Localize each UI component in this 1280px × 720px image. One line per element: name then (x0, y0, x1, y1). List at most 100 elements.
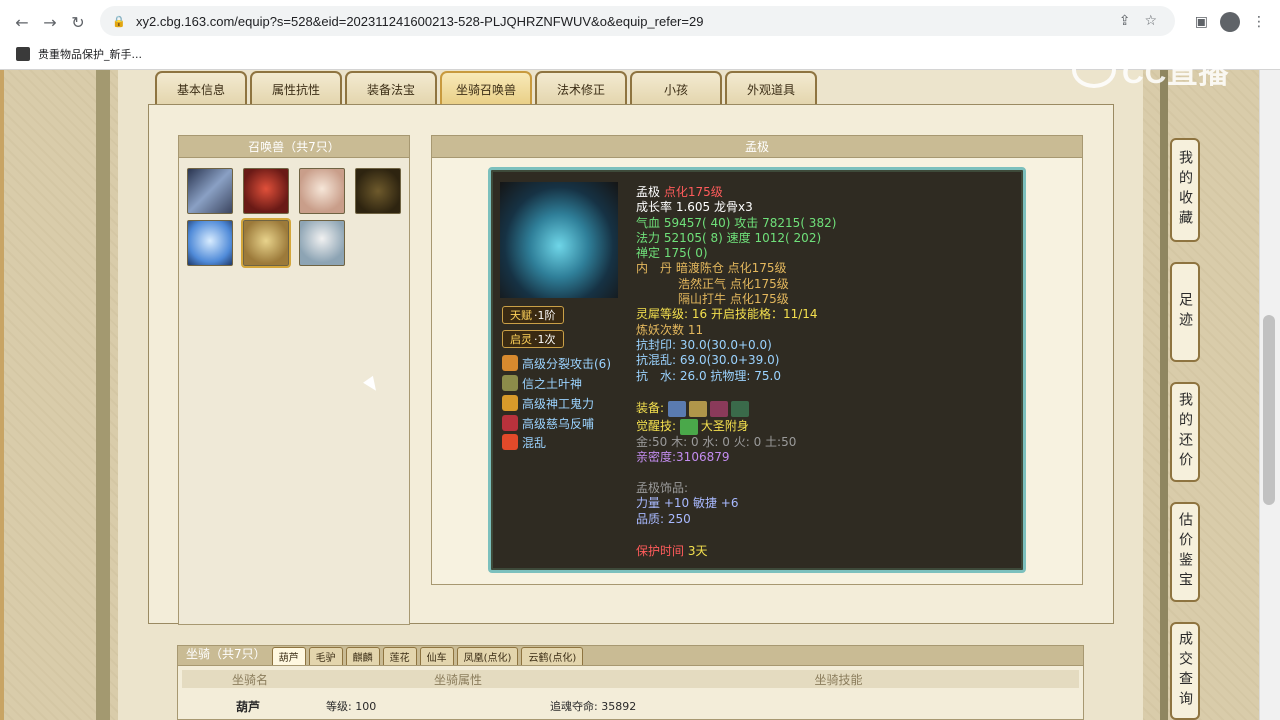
spd-value: 1012( 202) (754, 230, 822, 245)
split-attack-icon (502, 355, 518, 371)
share-icon[interactable]: ⇪ (1119, 13, 1131, 29)
pet-thumb-1[interactable] (187, 168, 233, 214)
mount-tab[interactable]: 仙车 (419, 647, 454, 665)
inner-dan-3: 隔山打牛 点化175级 (678, 292, 789, 307)
tab-attributes[interactable]: 属性抗性 (250, 71, 342, 105)
sidebar-item-label: 足迹 (1177, 292, 1193, 332)
bookmark-item[interactable]: 贵重物品保护_新手... (38, 46, 142, 62)
sidebar-item-counter-offer[interactable]: 我的还价 (1170, 382, 1200, 482)
menu-icon[interactable]: ⋮ (1252, 14, 1266, 30)
tab-spell-correction[interactable]: 法术修正 (535, 71, 627, 105)
mount-skill: 追魂夺命: 35892 (550, 700, 637, 713)
mount-section: 坐骑（共7只） 葫芦 毛驴 麒麟 莲花 仙车 凤凰(点化) 云鹤(点化) 坐骑名… (177, 645, 1084, 720)
skill-item[interactable]: 高级分裂攻击(6) (502, 354, 611, 372)
bookmark-star-icon[interactable]: ☆ (1144, 13, 1157, 29)
mount-title: 坐骑（共7只） (186, 647, 266, 661)
awaken-spirit-label: 启灵 (510, 333, 532, 346)
resist-seal: 抗封印: 30.0(30.0+0.0) (636, 337, 772, 352)
protect-label: 保护时间 (636, 544, 685, 559)
tab-mounts-pets[interactable]: 坐骑召唤兽 (440, 71, 532, 105)
pet-thumb-2[interactable] (243, 168, 289, 214)
earth-spirit-icon (502, 375, 518, 391)
mount-tab[interactable]: 毛驴 (308, 647, 343, 665)
tab-appearance[interactable]: 外观道具 (725, 71, 817, 105)
back-icon[interactable]: ← (8, 8, 36, 36)
talent-label: 天赋 (510, 309, 532, 322)
mp-value: 52105( 8) (663, 230, 723, 245)
talent-badge: 天赋 ·1阶 (502, 306, 564, 324)
crow-return-icon (502, 415, 518, 431)
omnibox-actions: ⇪ ☆ (1119, 6, 1157, 36)
nav-buttons: ← → ↻ (8, 8, 92, 36)
left-edge-decoration (0, 70, 4, 720)
sidebar-item-favorites[interactable]: 我的收藏 (1170, 138, 1200, 242)
awaken-spirit-value: ·1次 (534, 333, 556, 346)
skill-item[interactable]: 高级神工鬼力 (502, 394, 594, 412)
accessory-title: 孟极饰品: (636, 481, 689, 496)
skill-item[interactable]: 高级慈乌反哺 (502, 414, 594, 432)
mount-tab[interactable]: 凤凰(点化) (456, 647, 519, 665)
pet-thumb-5[interactable] (187, 220, 233, 266)
spirit-label: 灵犀等级: (636, 307, 689, 322)
pet-thumb-6[interactable] (241, 218, 291, 268)
pet-portrait (500, 182, 618, 298)
mount-columns: 坐骑名 坐骑属性 坐骑技能 (182, 670, 1079, 688)
pet-thumb-4[interactable] (355, 168, 401, 214)
info-tabs: 基本信息 属性抗性 装备法宝 坐骑召唤兽 法术修正 小孩 外观道具 (155, 71, 817, 105)
mount-tab[interactable]: 云鹤(点化) (521, 647, 584, 665)
awaken-skill-icon (679, 418, 698, 435)
pet-name-level: 点化175级 (663, 185, 723, 199)
watermark-logo-icon (1072, 52, 1116, 88)
scrollbar-thumb[interactable] (1263, 315, 1275, 505)
tab-basic-info[interactable]: 基本信息 (155, 71, 247, 105)
equip-slot-3-icon[interactable] (709, 400, 728, 417)
lock-icon[interactable]: 🔒 (112, 14, 126, 28)
forward-icon[interactable]: → (36, 8, 64, 36)
url-text[interactable]: xy2.cbg.163.com/equip?s=528&eid=20231124… (136, 14, 703, 29)
skill-label: 混乱 (522, 435, 547, 450)
sidebar-item-footprints[interactable]: 足迹 (1170, 262, 1200, 362)
skill-item[interactable]: 信之土叶神 (502, 374, 582, 392)
address-bar[interactable]: 🔒 xy2.cbg.163.com/equip?s=528&eid=202311… (100, 6, 1175, 36)
elements: 金:50 木: 0 水: 0 火: 0 土:50 (636, 435, 797, 450)
hp-value: 59457( 40) (663, 215, 731, 230)
mount-tab[interactable]: 莲花 (382, 647, 417, 665)
watermark-text: CC直播 (1122, 57, 1230, 90)
sidepanel-icon[interactable]: ▣ (1195, 14, 1208, 30)
resist-chaos: 抗混乱: 69.0(30.0+39.0) (636, 353, 780, 368)
mount-tab[interactable]: 麒麟 (345, 647, 380, 665)
protect-value: 3天 (687, 544, 708, 559)
awaken-value: 大圣附身 (700, 419, 749, 434)
tab-children[interactable]: 小孩 (630, 71, 722, 105)
sidebar-item-appraisal[interactable]: 估价鉴宝 (1170, 502, 1200, 602)
mp-label: 法力 (636, 230, 661, 245)
mount-name: 葫芦 (236, 700, 261, 714)
mount-level: 等级: 100 (326, 700, 377, 713)
growth-rate: 成长率 1.605 龙骨x3 (636, 200, 753, 215)
tab-equipment[interactable]: 装备法宝 (345, 71, 437, 105)
skill-label: 高级慈乌反哺 (522, 416, 595, 431)
spirit-value: 16 开启技能格：11/14 (691, 307, 818, 322)
pet-stats: 孟极 点化175级 成长率 1.605 龙骨x3 气血 59457( 40) 攻… (636, 185, 1020, 560)
equip-slot-2-icon[interactable] (688, 400, 707, 417)
pet-thumb-7[interactable] (299, 220, 345, 266)
pet-thumb-3[interactable] (299, 168, 345, 214)
refine-count: 炼妖次数 11 (636, 322, 704, 337)
atk-label: 攻击 (734, 215, 759, 230)
equip-slot-4-icon[interactable] (730, 400, 749, 417)
skill-item[interactable]: 混乱 (502, 433, 546, 451)
sidebar-item-deal-query[interactable]: 成交查询 (1170, 622, 1200, 720)
equip-slot-1-icon[interactable] (667, 400, 686, 417)
sidebar-item-label: 估价鉴宝 (1177, 512, 1193, 592)
mount-tab[interactable]: 葫芦 (271, 647, 306, 665)
mount-header: 坐骑（共7只） 葫芦 毛驴 麒麟 莲花 仙车 凤凰(点化) 云鹤(点化) (178, 646, 1083, 666)
pet-name: 孟极 (636, 185, 661, 199)
equip-label: 装备: (636, 401, 665, 416)
mount-col-skill: 坐骑技能 (814, 672, 863, 687)
reload-icon[interactable]: ↻ (64, 8, 92, 36)
skill-label: 信之土叶神 (522, 376, 583, 391)
profile-icon[interactable] (1220, 12, 1240, 32)
accessory-stats: 力量 +10 敏捷 +6 (636, 496, 739, 511)
zen-label: 禅定 (636, 246, 661, 261)
mount-col-attr: 坐骑属性 (433, 672, 482, 687)
